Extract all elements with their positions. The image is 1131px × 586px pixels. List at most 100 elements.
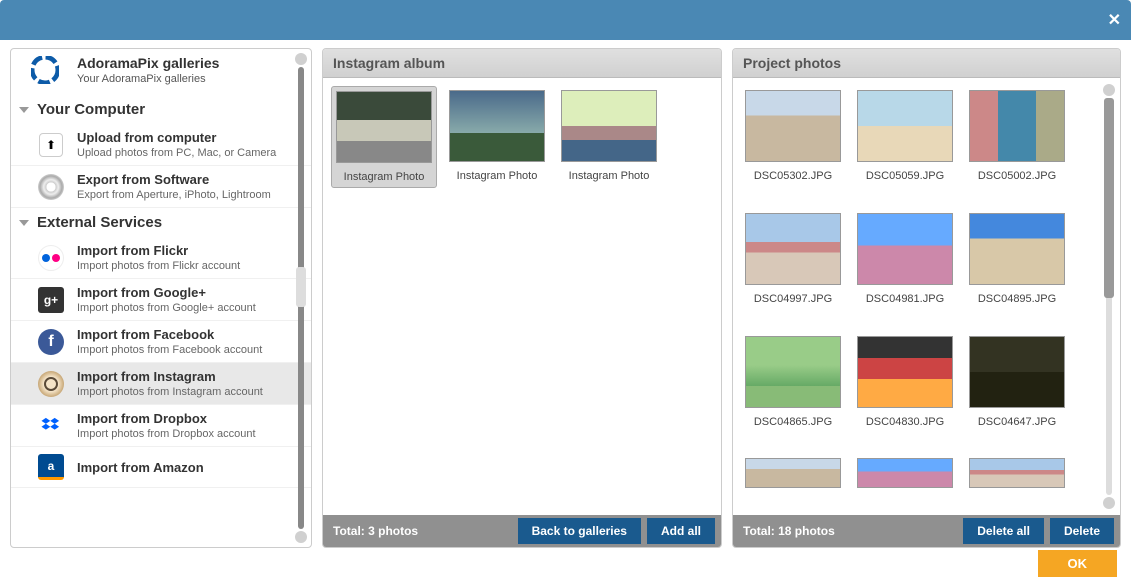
- scroll-down-icon[interactable]: [295, 531, 307, 543]
- photo-thumbnail: [969, 458, 1065, 488]
- thumb-label: DSC04997.JPG: [754, 293, 832, 305]
- photo-thumbnail: [969, 336, 1065, 408]
- photo-thumbnail: [857, 213, 953, 285]
- scroll-thumb[interactable]: [296, 267, 306, 307]
- photo-thumbnail: [336, 91, 432, 163]
- album-panel-body: Instagram Photo Instagram Photo Instagra…: [323, 78, 721, 515]
- section-external-services[interactable]: External Services: [11, 208, 311, 237]
- sidebar-item-desc: Import photos from Dropbox account: [77, 428, 256, 440]
- adoramapix-sub: Your AdoramaPix galleries: [77, 73, 219, 85]
- project-scrollbar[interactable]: [1102, 82, 1116, 511]
- section-your-computer[interactable]: Your Computer: [11, 95, 311, 124]
- photo-thumbnail: [857, 458, 953, 488]
- sidebar-item-label: Import from Instagram: [77, 369, 263, 384]
- delete-button[interactable]: Delete: [1050, 518, 1114, 544]
- adoramapix-icon: [31, 56, 59, 84]
- photo-thumbnail: [449, 90, 545, 162]
- scroll-up-icon[interactable]: [1103, 84, 1115, 96]
- sidebar-item-label: Import from Amazon: [77, 460, 204, 475]
- sidebar-scrollbar[interactable]: [295, 53, 307, 543]
- project-thumb[interactable]: [741, 454, 845, 507]
- album-thumb[interactable]: Instagram Photo: [557, 86, 661, 188]
- sidebar-item-label: Import from Flickr: [77, 243, 240, 258]
- thumb-label: Instagram Photo: [344, 171, 425, 183]
- sidebar-item-flickr[interactable]: Import from Flickr Import photos from Fl…: [11, 237, 311, 279]
- back-to-galleries-button[interactable]: Back to galleries: [518, 518, 641, 544]
- scroll-up-icon[interactable]: [295, 53, 307, 65]
- sidebar-item-desc: Import photos from Facebook account: [77, 344, 262, 356]
- section-label: Your Computer: [37, 101, 145, 118]
- project-panel-header: Project photos: [733, 49, 1120, 78]
- project-panel: Project photos DSC05302.JPG DSC05059.JPG…: [732, 48, 1121, 548]
- scroll-down-icon[interactable]: [1103, 497, 1115, 509]
- ok-button[interactable]: OK: [1038, 550, 1118, 577]
- thumb-label: DSC04981.JPG: [866, 293, 944, 305]
- instagram-icon: [37, 370, 65, 398]
- sidebar-item-facebook[interactable]: f Import from Facebook Import photos fro…: [11, 321, 311, 363]
- add-all-button[interactable]: Add all: [647, 518, 715, 544]
- upload-icon: ⬆: [37, 131, 65, 159]
- photo-thumbnail: [745, 458, 841, 488]
- section-label: External Services: [37, 214, 162, 231]
- album-panel-footer: Total: 3 photos Back to galleries Add al…: [323, 515, 721, 547]
- sidebar-item-upload[interactable]: ⬆ Upload from computer Upload photos fro…: [11, 124, 311, 166]
- thumb-label: Instagram Photo: [569, 170, 650, 182]
- project-thumb[interactable]: DSC04647.JPG: [965, 332, 1069, 447]
- album-thumb[interactable]: Instagram Photo: [331, 86, 437, 188]
- photo-thumbnail: [969, 213, 1065, 285]
- photo-thumbnail: [745, 336, 841, 408]
- thumb-label: DSC05002.JPG: [978, 170, 1056, 182]
- project-panel-footer: Total: 18 photos Delete all Delete: [733, 515, 1120, 547]
- sidebar-item-label: Import from Dropbox: [77, 411, 256, 426]
- main-area: AdoramaPix galleries Your AdoramaPix gal…: [0, 40, 1131, 548]
- sources-sidebar: AdoramaPix galleries Your AdoramaPix gal…: [10, 48, 312, 548]
- close-icon[interactable]: ✕: [1108, 10, 1121, 30]
- thumb-label: DSC05302.JPG: [754, 170, 832, 182]
- disc-icon: [37, 173, 65, 201]
- thumb-label: DSC04647.JPG: [978, 416, 1056, 428]
- sidebar-item-instagram[interactable]: Import from Instagram Import photos from…: [11, 363, 311, 405]
- sidebar-item-dropbox[interactable]: Import from Dropbox Import photos from D…: [11, 405, 311, 447]
- project-thumb[interactable]: DSC05302.JPG: [741, 86, 845, 201]
- thumb-label: DSC04865.JPG: [754, 416, 832, 428]
- thumb-label: DSC04830.JPG: [866, 416, 944, 428]
- adoramapix-title: AdoramaPix galleries: [77, 55, 219, 71]
- album-total-label: Total: 3 photos: [333, 524, 418, 538]
- delete-all-button[interactable]: Delete all: [963, 518, 1044, 544]
- project-thumb[interactable]: DSC04997.JPG: [741, 209, 845, 324]
- project-thumb[interactable]: DSC04865.JPG: [741, 332, 845, 447]
- sidebar-item-export[interactable]: Export from Software Export from Apertur…: [11, 166, 311, 208]
- album-thumb[interactable]: Instagram Photo: [445, 86, 549, 188]
- project-thumb[interactable]: DSC04830.JPG: [853, 332, 957, 447]
- sidebar-item-desc: Import photos from Flickr account: [77, 260, 240, 272]
- project-thumb[interactable]: DSC04895.JPG: [965, 209, 1069, 324]
- sidebar-item-amazon[interactable]: a Import from Amazon: [11, 447, 311, 488]
- thumb-label: DSC05059.JPG: [866, 170, 944, 182]
- sidebar-item-adoramapix[interactable]: AdoramaPix galleries Your AdoramaPix gal…: [11, 49, 311, 95]
- sidebar-item-desc: Export from Aperture, iPhoto, Lightroom: [77, 189, 271, 201]
- photo-thumbnail: [745, 90, 841, 162]
- sidebar-item-desc: Import photos from Instagram account: [77, 386, 263, 398]
- thumb-label: DSC04895.JPG: [978, 293, 1056, 305]
- thumb-label: Instagram Photo: [457, 170, 538, 182]
- sidebar-item-googleplus[interactable]: g+ Import from Google+ Import photos fro…: [11, 279, 311, 321]
- scroll-thumb[interactable]: [1104, 98, 1114, 298]
- project-thumb[interactable]: DSC05002.JPG: [965, 86, 1069, 201]
- album-panel-header: Instagram album: [323, 49, 721, 78]
- sidebar-item-desc: Upload photos from PC, Mac, or Camera: [77, 147, 276, 159]
- photo-thumbnail: [561, 90, 657, 162]
- scroll-track[interactable]: [298, 67, 304, 529]
- facebook-icon: f: [37, 328, 65, 356]
- photo-thumbnail: [745, 213, 841, 285]
- sidebar-item-label: Upload from computer: [77, 130, 276, 145]
- project-thumb[interactable]: DSC05059.JPG: [853, 86, 957, 201]
- project-thumb[interactable]: [965, 454, 1069, 507]
- project-thumb[interactable]: [853, 454, 957, 507]
- flickr-icon: [37, 244, 65, 272]
- sidebar-item-label: Import from Google+: [77, 285, 256, 300]
- sidebar-item-label: Export from Software: [77, 172, 271, 187]
- sidebar-item-desc: Import photos from Google+ account: [77, 302, 256, 314]
- project-thumb[interactable]: DSC04981.JPG: [853, 209, 957, 324]
- project-total-label: Total: 18 photos: [743, 524, 835, 538]
- scroll-track[interactable]: [1106, 98, 1112, 495]
